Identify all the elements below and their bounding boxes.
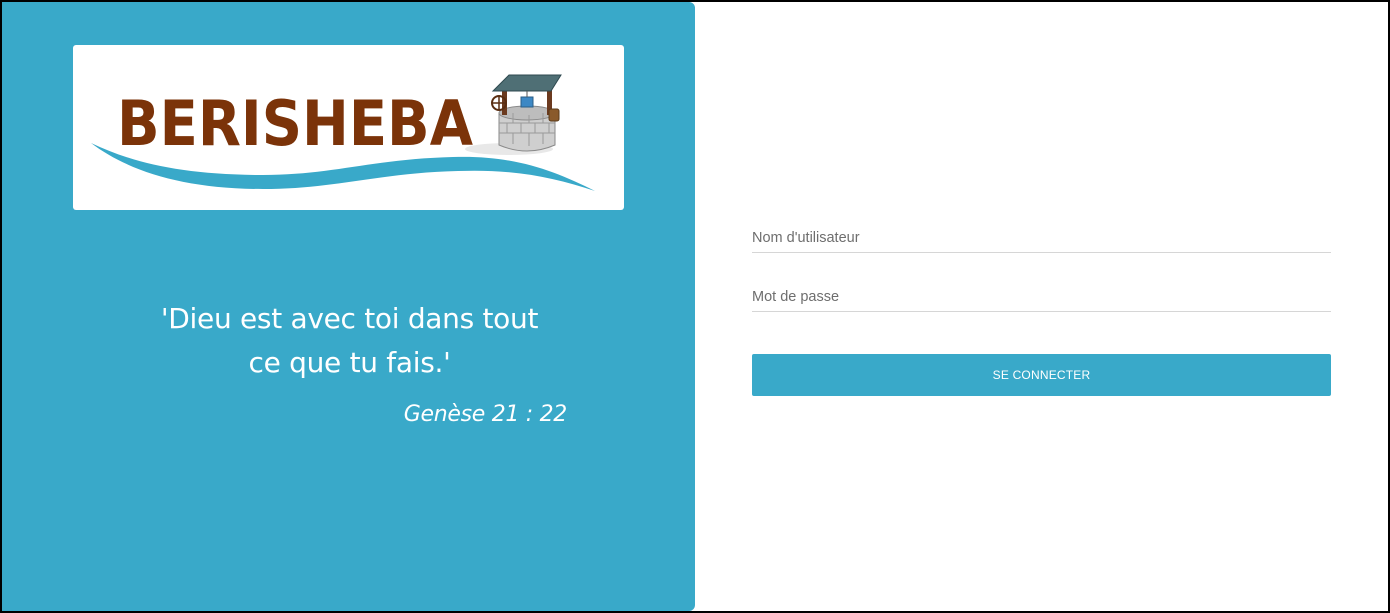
password-field-wrapper [752,279,1331,312]
quote-reference: Genèse 21 : 22 [403,402,568,427]
bible-quote: 'Dieu est avec toi dans tout ce que tu f… [102,297,597,385]
logo-wordmark: BERISHEBA [117,87,473,160]
login-page: BERISHEBA 'Dieu est avec toi dans tout c… [0,0,1390,613]
quote-line-2: ce que tu fais.' [248,346,451,379]
quote-line-1: 'Dieu est avec toi dans tout [160,302,539,335]
well-icon [465,74,562,155]
brand-panel: BERISHEBA 'Dieu est avec toi dans tout c… [2,2,695,611]
username-input[interactable] [752,226,1331,250]
login-button[interactable]: SE CONNECTER [752,354,1331,396]
logo-card: BERISHEBA [73,45,624,210]
password-input[interactable] [752,285,1331,309]
berisheba-logo: BERISHEBA [91,74,595,191]
login-form: SE CONNECTER [752,220,1331,396]
username-field-wrapper [752,220,1331,253]
